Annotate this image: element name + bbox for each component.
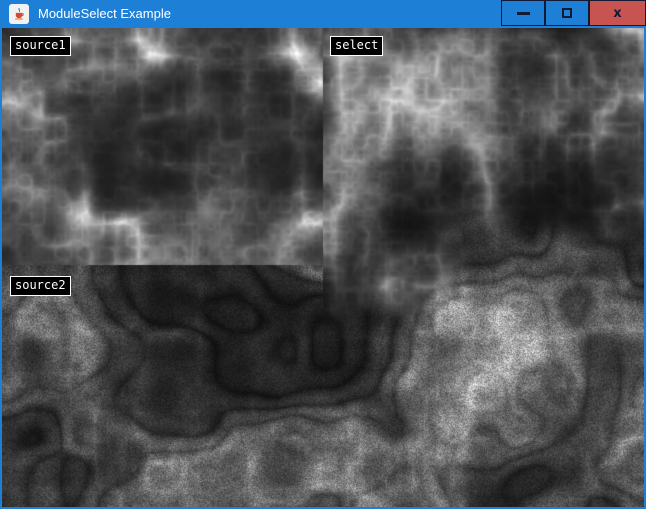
maximize-icon (562, 8, 572, 18)
source2-label: source2 (10, 276, 71, 296)
render-area: source1 select source2 (2, 28, 644, 507)
minimize-button[interactable] (501, 0, 545, 26)
select-label: select (330, 36, 383, 56)
close-button[interactable]: x (589, 0, 646, 26)
maximize-button[interactable] (545, 0, 589, 26)
window-controls: x (501, 0, 646, 26)
close-icon: x (613, 7, 621, 20)
source1-label: source1 (10, 36, 71, 56)
titlebar[interactable]: ModuleSelect Example x (0, 0, 646, 28)
minimize-icon (517, 12, 530, 15)
window: ModuleSelect Example x source1 select so… (0, 0, 646, 509)
app-icon-button[interactable] (9, 4, 29, 24)
java-coffee-cup-icon (11, 6, 27, 22)
noise-render-canvas (2, 28, 644, 507)
